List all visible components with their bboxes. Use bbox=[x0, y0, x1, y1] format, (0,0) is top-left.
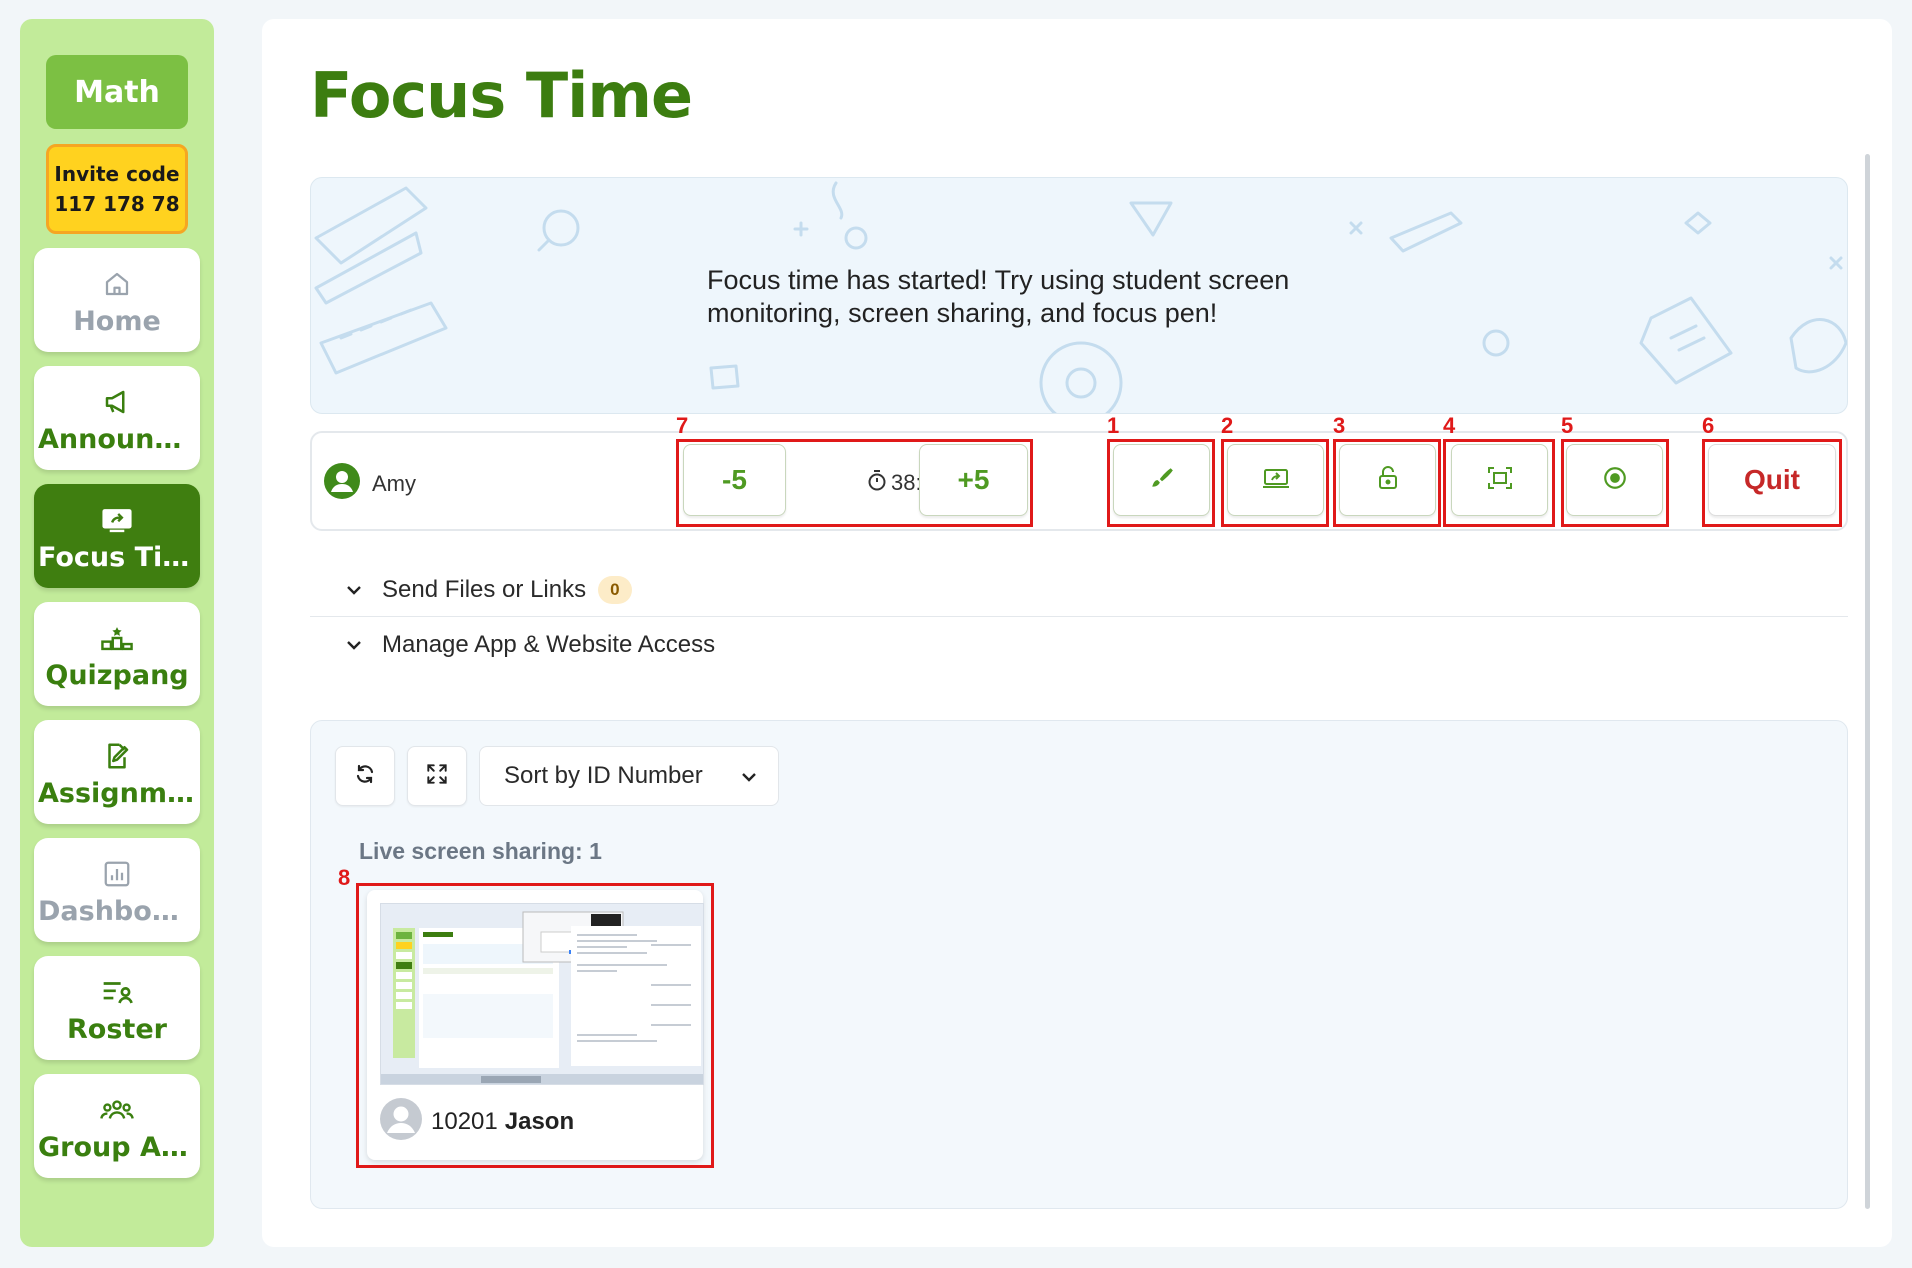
sort-dropdown[interactable]: Sort by ID Number bbox=[479, 746, 779, 806]
chevron-down-icon bbox=[336, 639, 372, 651]
send-files-accordion[interactable]: Send Files or Links 0 bbox=[310, 563, 1848, 617]
page-title: Focus Time bbox=[310, 59, 693, 132]
edit-document-icon bbox=[97, 736, 137, 776]
sidebar-item-roster[interactable]: Roster bbox=[34, 956, 200, 1060]
marker-4: 4 bbox=[1443, 413, 1456, 438]
marker-5: 5 bbox=[1561, 413, 1574, 438]
refresh-icon bbox=[353, 762, 377, 791]
sidebar-item-label: Quizpang bbox=[45, 659, 189, 691]
user-name: Amy bbox=[372, 470, 416, 496]
podium-icon bbox=[97, 618, 137, 658]
student-id: 10201 bbox=[431, 1107, 498, 1135]
marker-8: 8 bbox=[338, 865, 351, 890]
student-screen-thumbnail[interactable] bbox=[380, 903, 704, 1085]
screen-share-icon bbox=[1262, 466, 1290, 495]
refresh-button[interactable] bbox=[335, 746, 395, 806]
sidebar-item-announcements[interactable]: Announce… bbox=[34, 366, 200, 470]
chevron-down-icon bbox=[336, 584, 372, 596]
expand-icon bbox=[424, 761, 450, 792]
screen-thumbnail-graphic bbox=[381, 904, 703, 1084]
main-panel: Focus Time Focus time has started! Try u… bbox=[262, 19, 1892, 1247]
sidebar-item-label: Roster bbox=[67, 1013, 167, 1045]
sidebar-item-dashboard[interactable]: Dashboard bbox=[34, 838, 200, 942]
focus-control-bar: Amy 7 -5 38:20 +5 1 2 3 bbox=[310, 413, 1848, 531]
bar-chart-icon bbox=[97, 854, 137, 894]
marker-2: 2 bbox=[1221, 413, 1234, 438]
sidebar: Math Invite code 117 178 78 Home Announc… bbox=[20, 19, 214, 1247]
sidebar-item-label: Group Act… bbox=[38, 1131, 196, 1163]
expand-button[interactable] bbox=[407, 746, 467, 806]
invite-code-value: 117 178 78 bbox=[54, 192, 180, 216]
sort-label: Sort by ID Number bbox=[504, 762, 703, 789]
student-avatar-icon bbox=[379, 1097, 423, 1146]
manage-access-accordion[interactable]: Manage App & Website Access bbox=[310, 618, 1848, 672]
sidebar-item-group-activities[interactable]: Group Act… bbox=[34, 1074, 200, 1178]
invite-code-box[interactable]: Invite code 117 178 78 bbox=[46, 144, 188, 234]
group-icon bbox=[97, 1090, 137, 1130]
screen-monitor-panel: Sort by ID Number Live screen sharing: 1… bbox=[310, 720, 1848, 1209]
fullscreen-button[interactable] bbox=[1451, 444, 1548, 516]
subtract-time-button[interactable]: -5 bbox=[683, 444, 786, 516]
student-card-user: 10201 Jason bbox=[379, 1097, 574, 1146]
teacher-user: Amy bbox=[324, 463, 416, 504]
fullscreen-frame-icon bbox=[1487, 466, 1513, 495]
banner-text: Focus time has started! Try using studen… bbox=[707, 265, 1290, 328]
sidebar-item-label: Dashboard bbox=[38, 895, 196, 927]
sidebar-item-label: Home bbox=[73, 305, 161, 337]
chevron-down-icon bbox=[740, 762, 758, 790]
class-name-button[interactable]: Math bbox=[46, 55, 188, 129]
focus-target-button[interactable] bbox=[1566, 444, 1663, 516]
sidebar-item-label: Focus Time bbox=[38, 541, 196, 573]
lock-open-icon bbox=[1377, 465, 1399, 496]
target-icon bbox=[1602, 465, 1628, 496]
student-screen-card[interactable]: 10201 Jason bbox=[367, 890, 704, 1160]
quit-button[interactable]: Quit bbox=[1708, 444, 1836, 516]
marker-1: 1 bbox=[1107, 413, 1120, 438]
live-sharing-count: Live screen sharing: 1 bbox=[359, 838, 602, 864]
brush-icon bbox=[1149, 465, 1175, 496]
roster-list-icon bbox=[97, 972, 137, 1012]
marker-7: 7 bbox=[676, 413, 689, 438]
screen-share-icon bbox=[97, 500, 137, 540]
sidebar-item-quizpang[interactable]: Quizpang bbox=[34, 602, 200, 706]
student-name: Jason bbox=[504, 1107, 575, 1135]
sidebar-item-label: Announce… bbox=[38, 423, 196, 455]
screen-share-button[interactable] bbox=[1227, 444, 1324, 516]
sidebar-item-label: Assignme… bbox=[38, 777, 196, 809]
home-icon bbox=[97, 264, 137, 304]
add-time-button[interactable]: +5 bbox=[919, 444, 1028, 516]
megaphone-icon bbox=[97, 382, 137, 422]
marker-6: 6 bbox=[1702, 413, 1715, 438]
lock-screen-button[interactable] bbox=[1339, 444, 1436, 516]
focus-pen-button[interactable] bbox=[1113, 444, 1210, 516]
sidebar-item-assignments[interactable]: Assignme… bbox=[34, 720, 200, 824]
stopwatch-icon bbox=[867, 469, 887, 497]
invite-code-label: Invite code bbox=[54, 162, 180, 186]
sidebar-item-home[interactable]: Home bbox=[34, 248, 200, 352]
send-files-label: Send Files or Links bbox=[382, 576, 587, 603]
sidebar-item-focus-time[interactable]: Focus Time bbox=[34, 484, 200, 588]
user-avatar-icon bbox=[324, 463, 360, 504]
send-files-count-badge: 0 bbox=[598, 576, 632, 604]
marker-3: 3 bbox=[1333, 413, 1346, 438]
info-banner: Focus time has started! Try using studen… bbox=[310, 177, 1848, 414]
manage-access-label: Manage App & Website Access bbox=[382, 631, 716, 658]
accordion-divider bbox=[310, 616, 1848, 617]
scrollbar[interactable] bbox=[1865, 154, 1870, 1209]
